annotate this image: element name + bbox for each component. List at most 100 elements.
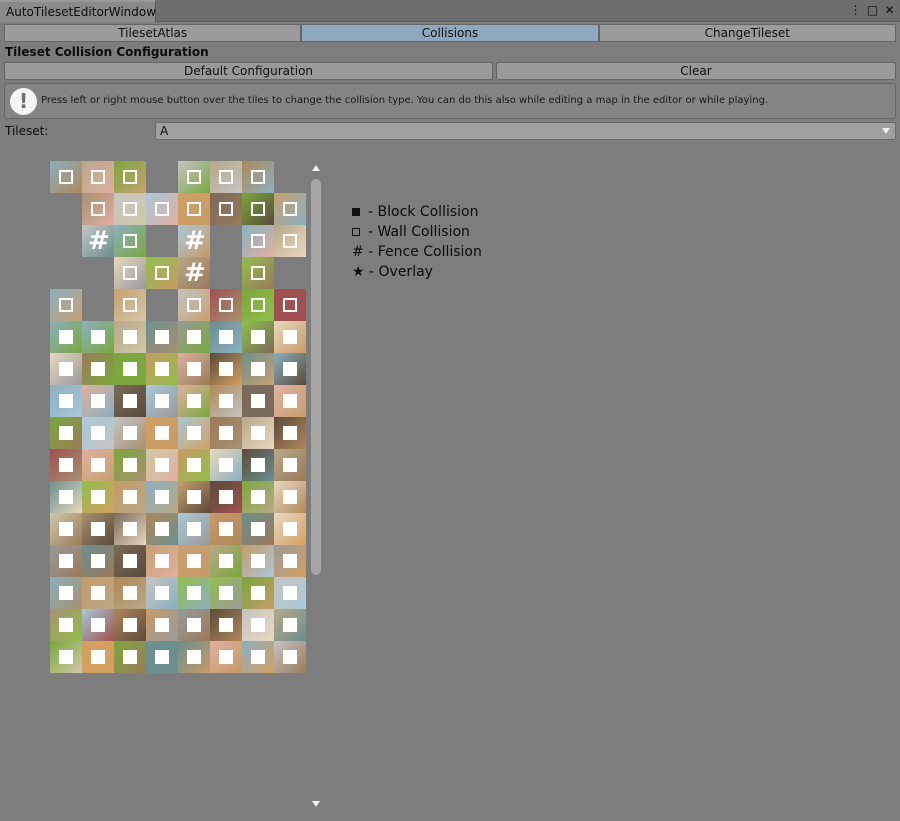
tile[interactable] <box>50 641 82 673</box>
tile[interactable] <box>146 513 178 545</box>
tile[interactable] <box>274 641 306 673</box>
tile[interactable] <box>274 545 306 577</box>
tile[interactable] <box>82 545 114 577</box>
tile[interactable] <box>210 449 242 481</box>
tile[interactable] <box>274 481 306 513</box>
tile[interactable] <box>114 321 146 353</box>
default-configuration-button[interactable]: Default Configuration <box>4 62 493 80</box>
tile[interactable] <box>242 193 274 225</box>
tile[interactable] <box>178 609 210 641</box>
tile[interactable] <box>274 417 306 449</box>
tile[interactable] <box>50 545 82 577</box>
tile[interactable] <box>210 481 242 513</box>
tile[interactable] <box>178 161 210 193</box>
tile[interactable] <box>242 353 274 385</box>
tile[interactable] <box>178 513 210 545</box>
tile[interactable] <box>242 321 274 353</box>
tile[interactable] <box>210 193 242 225</box>
tile[interactable] <box>242 513 274 545</box>
tile[interactable] <box>210 545 242 577</box>
tile[interactable] <box>114 225 146 257</box>
tile[interactable] <box>114 353 146 385</box>
tile[interactable] <box>178 577 210 609</box>
tile[interactable] <box>210 321 242 353</box>
tile[interactable] <box>242 641 274 673</box>
tile[interactable] <box>146 193 178 225</box>
tile[interactable] <box>274 353 306 385</box>
tile[interactable] <box>178 449 210 481</box>
tile[interactable] <box>210 353 242 385</box>
tile[interactable] <box>114 609 146 641</box>
tile[interactable] <box>210 641 242 673</box>
tile[interactable] <box>82 609 114 641</box>
tile[interactable] <box>242 385 274 417</box>
tile[interactable] <box>50 481 82 513</box>
scroll-up-arrow-icon[interactable] <box>312 165 320 171</box>
tile[interactable] <box>82 161 114 193</box>
tile[interactable] <box>50 353 82 385</box>
tile[interactable] <box>114 385 146 417</box>
tile[interactable] <box>82 481 114 513</box>
tile[interactable] <box>50 289 82 321</box>
tab-tileset-atlas[interactable]: TilesetAtlas <box>4 24 302 42</box>
tile[interactable] <box>178 481 210 513</box>
tile[interactable] <box>274 577 306 609</box>
tile[interactable] <box>146 481 178 513</box>
tile[interactable] <box>242 609 274 641</box>
tile[interactable]: # <box>82 225 114 257</box>
atlas-scrollbar[interactable] <box>310 163 324 809</box>
maximize-icon[interactable]: □ <box>866 2 879 18</box>
tab-collisions[interactable]: Collisions <box>301 24 599 42</box>
tile[interactable] <box>178 193 210 225</box>
tile[interactable] <box>146 641 178 673</box>
tile[interactable]: # <box>178 225 210 257</box>
tile[interactable] <box>274 193 306 225</box>
tile[interactable] <box>146 609 178 641</box>
tile[interactable] <box>82 417 114 449</box>
tile[interactable] <box>274 513 306 545</box>
tile[interactable] <box>178 545 210 577</box>
tile[interactable] <box>242 449 274 481</box>
scrollbar-thumb[interactable] <box>311 179 321 575</box>
tile[interactable] <box>114 481 146 513</box>
tile[interactable] <box>50 449 82 481</box>
tile[interactable] <box>146 353 178 385</box>
tile[interactable] <box>82 641 114 673</box>
tile[interactable] <box>114 545 146 577</box>
tile[interactable] <box>146 257 178 289</box>
tile[interactable] <box>114 289 146 321</box>
tile[interactable] <box>114 417 146 449</box>
tile[interactable] <box>146 577 178 609</box>
tile[interactable] <box>242 289 274 321</box>
tile[interactable] <box>210 385 242 417</box>
tile[interactable] <box>242 161 274 193</box>
scroll-down-arrow-icon[interactable] <box>312 801 320 807</box>
tile[interactable] <box>50 609 82 641</box>
tile[interactable] <box>242 257 274 289</box>
tile[interactable] <box>82 577 114 609</box>
close-icon[interactable]: ✕ <box>883 2 896 18</box>
tile[interactable] <box>114 449 146 481</box>
tile[interactable] <box>50 577 82 609</box>
clear-button[interactable]: Clear <box>496 62 896 80</box>
tile[interactable]: # <box>178 257 210 289</box>
tile[interactable] <box>50 417 82 449</box>
tile[interactable] <box>210 161 242 193</box>
tile[interactable] <box>274 609 306 641</box>
tile[interactable] <box>82 385 114 417</box>
tile[interactable] <box>50 385 82 417</box>
tile[interactable] <box>146 321 178 353</box>
tile[interactable] <box>178 289 210 321</box>
tile[interactable] <box>146 417 178 449</box>
tile[interactable] <box>274 225 306 257</box>
tile[interactable] <box>178 641 210 673</box>
tileset-dropdown[interactable]: A <box>155 122 896 140</box>
tab-change-tileset[interactable]: ChangeTileset <box>598 24 896 42</box>
tile[interactable] <box>210 289 242 321</box>
tile[interactable] <box>82 513 114 545</box>
tile[interactable] <box>82 449 114 481</box>
tile[interactable] <box>114 641 146 673</box>
tile[interactable] <box>242 225 274 257</box>
tile[interactable] <box>114 577 146 609</box>
tile[interactable] <box>82 353 114 385</box>
